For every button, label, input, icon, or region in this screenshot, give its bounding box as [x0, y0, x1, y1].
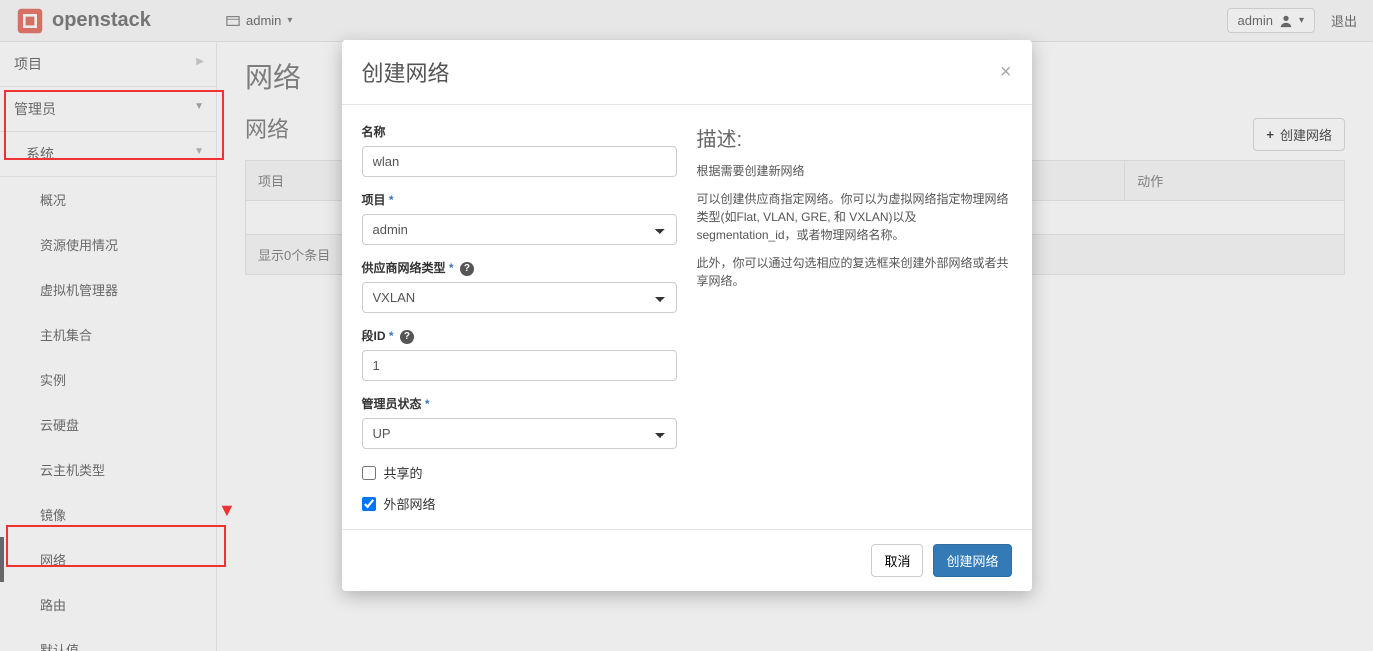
- shared-label: 共享的: [384, 463, 423, 482]
- segment-id-label: 段ID * ?: [362, 327, 677, 344]
- cancel-button[interactable]: 取消: [871, 544, 923, 577]
- modal-header: 创建网络 ×: [342, 40, 1032, 105]
- name-label: 名称: [362, 123, 677, 140]
- external-checkbox[interactable]: [362, 497, 376, 511]
- project-label: 项目 *: [362, 191, 677, 208]
- project-select[interactable]: admin: [362, 214, 677, 245]
- help-icon[interactable]: ?: [460, 262, 474, 276]
- create-network-modal: 创建网络 × 名称 项目 * admin 供应商网络类型 * ?: [342, 40, 1032, 591]
- modal-form: 名称 项目 * admin 供应商网络类型 * ? VXLAN 段I: [362, 123, 677, 525]
- help-icon[interactable]: ?: [400, 330, 414, 344]
- admin-state-label: 管理员状态 *: [362, 395, 677, 412]
- admin-state-select[interactable]: UP: [362, 418, 677, 449]
- segment-id-input[interactable]: [362, 350, 677, 381]
- provider-type-select[interactable]: VXLAN: [362, 282, 677, 313]
- name-input[interactable]: [362, 146, 677, 177]
- provider-type-label: 供应商网络类型 * ?: [362, 259, 677, 276]
- shared-checkbox[interactable]: [362, 466, 376, 480]
- description-p2: 可以创建供应商指定网络。你可以为虚拟网络指定物理网络类型(如Flat, VLAN…: [697, 190, 1012, 244]
- description-p3: 此外，你可以通过勾选相应的复选框来创建外部网络或者共享网络。: [697, 254, 1012, 290]
- external-label: 外部网络: [384, 494, 436, 513]
- modal-title: 创建网络: [362, 56, 1000, 88]
- description-p1: 根据需要创建新网络: [697, 162, 1012, 180]
- close-icon[interactable]: ×: [1000, 62, 1012, 82]
- modal-footer: 取消 创建网络: [342, 529, 1032, 591]
- modal-description: 描述: 根据需要创建新网络 可以创建供应商指定网络。你可以为虚拟网络指定物理网络…: [697, 123, 1012, 525]
- submit-button[interactable]: 创建网络: [933, 544, 1011, 577]
- description-heading: 描述:: [697, 123, 1012, 152]
- modal-backdrop: 创建网络 × 名称 项目 * admin 供应商网络类型 * ?: [0, 0, 1373, 651]
